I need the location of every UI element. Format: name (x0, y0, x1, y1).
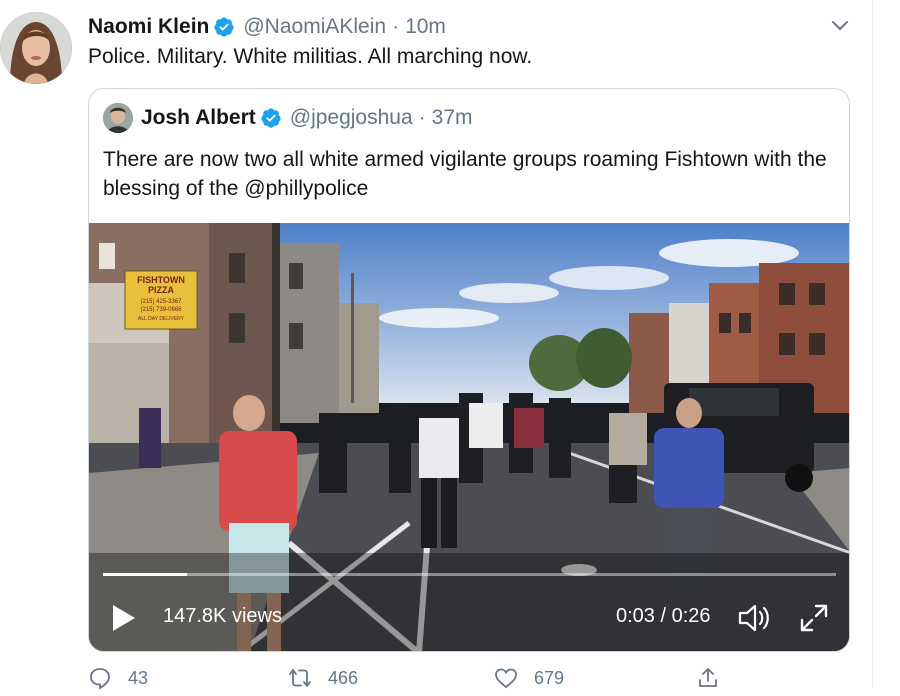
video-frame: FISHTOWN PIZZA (215) 425-3367 (215) 739-… (89, 223, 849, 651)
reply-button[interactable]: 43 (88, 666, 148, 690)
quoted-tweet-header: Josh Albert @jpegjoshua · 37m (103, 103, 473, 133)
retweet-button[interactable]: 466 (288, 666, 358, 690)
heart-icon (495, 668, 517, 689)
time-separator: / (654, 605, 672, 627)
video-progress-fill (103, 573, 188, 576)
sign-line: FISHTOWN (137, 275, 185, 285)
view-count: 147.8K views (163, 605, 282, 627)
share-icon (699, 668, 717, 687)
sign-line: (215) 425-3367 (140, 299, 182, 305)
sign-line: (215) 739-0668 (140, 307, 182, 313)
quoted-author-name: Josh Albert (141, 106, 256, 129)
tweet-header: Naomi Klein @NaomiAKlein · 10m (88, 12, 446, 42)
reply-icon (90, 668, 110, 690)
separator-dot: · (392, 15, 400, 38)
like-count: 679 (534, 667, 565, 688)
tweet-text: Police. Military. White militias. All ma… (88, 45, 533, 68)
quoted-timestamp: 37m (431, 106, 473, 129)
verified-badge-icon (261, 108, 281, 128)
retweet-count: 466 (328, 667, 359, 688)
separator-dot: · (418, 106, 426, 129)
tweet-action-bar: 43 466 679 (88, 666, 808, 696)
share-button[interactable] (696, 666, 736, 690)
like-button[interactable]: 679 (494, 666, 564, 690)
verified-badge-icon (214, 17, 234, 37)
volume-icon[interactable] (738, 603, 772, 633)
video-player[interactable]: FISHTOWN PIZZA (215) 425-3367 (215) 739-… (89, 223, 849, 651)
tweet-timestamp[interactable]: 10m (405, 15, 446, 39)
timeline-border (872, 0, 873, 688)
quoted-tweet-text: There are now two all white armed vigila… (103, 148, 827, 200)
current-time: 0:03 (616, 605, 655, 627)
reply-count: 43 (128, 667, 149, 688)
author-name[interactable]: Naomi Klein (88, 15, 209, 39)
fullscreen-icon[interactable] (799, 603, 829, 633)
quoted-tweet-card[interactable]: Josh Albert @jpegjoshua · 37m There are … (88, 88, 850, 652)
quoted-author-avatar (103, 103, 133, 133)
retweet-icon (289, 669, 311, 687)
video-progress-bar[interactable] (103, 573, 836, 576)
video-timer: 0:03 / 0:26 (616, 605, 711, 628)
sign-line: ALL DAY DELIVERY (138, 316, 185, 322)
duration: 0:26 (671, 605, 711, 627)
chevron-down-icon[interactable] (830, 16, 850, 36)
play-icon[interactable] (111, 603, 137, 633)
author-avatar[interactable] (0, 12, 72, 84)
sign-line: PIZZA (148, 285, 174, 295)
quoted-author-handle: @jpegjoshua (289, 106, 413, 129)
author-handle[interactable]: @NaomiAKlein (243, 15, 386, 39)
